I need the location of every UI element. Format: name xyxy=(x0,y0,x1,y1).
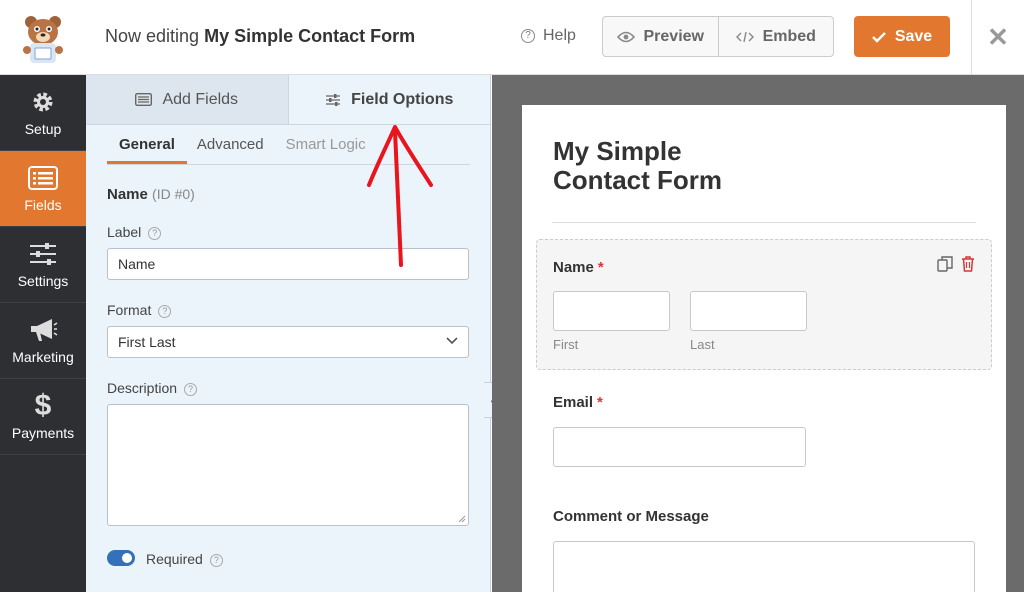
format-select-value: First Last xyxy=(118,334,176,350)
name-field-selected[interactable]: Name * First Last xyxy=(536,239,992,370)
help-icon[interactable]: ? xyxy=(148,227,162,240)
sidebar-item-label: Settings xyxy=(17,272,69,289)
close-icon: ✕ xyxy=(987,22,1009,52)
resize-handle-icon[interactable] xyxy=(458,515,466,523)
email-label-text: Email xyxy=(553,394,594,411)
save-label: Save xyxy=(894,27,933,45)
label-option-label: Label? xyxy=(107,224,162,240)
sidebar-item-fields[interactable]: Fields xyxy=(0,151,86,227)
help-icon[interactable]: ? xyxy=(158,305,172,318)
eye-icon xyxy=(616,31,635,42)
format-select[interactable]: First Last xyxy=(107,326,469,358)
description-textarea[interactable] xyxy=(107,404,469,526)
fields-icon xyxy=(28,165,58,191)
required-mark: * xyxy=(597,394,603,411)
bear-mascot-icon xyxy=(23,15,63,63)
trash-icon[interactable] xyxy=(961,256,975,272)
label-input-value: Name xyxy=(118,256,156,272)
duplicate-icon[interactable] xyxy=(937,256,953,272)
title-prefix: Now editing xyxy=(105,26,200,46)
sidebar-item-label: Payments xyxy=(11,424,75,441)
help-icon[interactable]: ? xyxy=(209,554,223,567)
comment-textarea[interactable] xyxy=(553,541,975,592)
form-name: My Simple Contact Form xyxy=(204,26,416,46)
last-sublabel: Last xyxy=(690,337,715,352)
required-option-label: Required? xyxy=(146,551,223,567)
wpforms-logo xyxy=(0,0,86,75)
tab-label: Field Options xyxy=(351,90,454,108)
sidebar-item-setup[interactable]: Setup xyxy=(0,75,86,151)
field-id: (ID #0) xyxy=(152,186,195,202)
list-icon xyxy=(135,93,153,106)
subtab-general[interactable]: General xyxy=(107,125,187,164)
comment-field-label: Comment or Message xyxy=(553,508,709,525)
megaphone-icon xyxy=(28,317,58,343)
field-options-panel: Add Fields Field Options General Advance… xyxy=(86,75,491,592)
embed-label: Embed xyxy=(762,27,816,45)
field-actions xyxy=(937,256,975,272)
top-bar: Now editing My Simple Contact Form ? Hel… xyxy=(0,0,1024,75)
help-button[interactable]: ? Help xyxy=(521,27,576,45)
dollar-icon: $ xyxy=(34,388,52,422)
format-option-label: Format? xyxy=(107,302,172,318)
sidebar-item-label: Marketing xyxy=(12,348,74,365)
tab-add-fields[interactable]: Add Fields xyxy=(86,75,288,124)
email-input[interactable] xyxy=(553,427,806,467)
preview-label: Preview xyxy=(643,27,704,45)
preview-button[interactable]: Preview xyxy=(603,17,718,56)
required-toggle[interactable] xyxy=(107,550,135,566)
first-name-input[interactable] xyxy=(553,291,670,331)
gear-icon xyxy=(30,89,56,115)
field-heading: Name (ID #0) xyxy=(107,186,195,203)
builder-sidebar: Setup Fields Settings Marketing $ Paymen… xyxy=(0,75,86,592)
sidebar-item-label: Setup xyxy=(24,120,62,137)
sliders-icon xyxy=(326,93,341,106)
email-field-label: Email * xyxy=(553,394,603,411)
tab-label: Add Fields xyxy=(162,90,239,108)
checkmark-icon xyxy=(871,31,886,43)
annotation-arrow xyxy=(367,125,433,267)
form-title-line: Contact Form xyxy=(553,165,722,195)
description-option-label: Description? xyxy=(107,380,198,396)
subtab-advanced[interactable]: Advanced xyxy=(187,125,274,164)
help-icon: ? xyxy=(521,29,535,43)
close-button[interactable]: ✕ xyxy=(971,0,1024,75)
format-text: Format xyxy=(107,302,152,318)
form-title-line: My Simple xyxy=(553,136,682,166)
name-field-label: Name * xyxy=(553,259,604,276)
embed-button[interactable]: Embed xyxy=(717,17,834,56)
form-title: My Simple Contact Form xyxy=(553,137,773,195)
chevron-down-icon xyxy=(446,337,458,345)
form-preview: My Simple Contact Form Name * First Last … xyxy=(522,105,1006,592)
sidebar-item-payments[interactable]: $ Payments xyxy=(0,379,86,455)
description-text: Description xyxy=(107,380,178,396)
page-title: Now editing My Simple Contact Form xyxy=(105,26,415,47)
last-name-input[interactable] xyxy=(690,291,807,331)
sliders-icon xyxy=(29,241,57,267)
required-mark: * xyxy=(597,259,604,276)
form-preview-area: My Simple Contact Form Name * First Last … xyxy=(492,75,1024,592)
first-sublabel: First xyxy=(553,337,579,352)
sidebar-item-marketing[interactable]: Marketing xyxy=(0,303,86,379)
preview-embed-group: Preview Embed xyxy=(602,16,834,57)
save-button[interactable]: Save xyxy=(854,16,950,57)
sidebar-item-settings[interactable]: Settings xyxy=(0,227,86,303)
field-name: Name xyxy=(107,186,148,203)
code-icon xyxy=(735,31,754,42)
sidebar-item-label: Fields xyxy=(24,196,62,213)
divider xyxy=(552,222,976,223)
help-label: Help xyxy=(543,27,576,44)
required-text: Required xyxy=(146,551,203,567)
label-text: Label xyxy=(107,224,142,240)
name-label-text: Name xyxy=(553,259,594,276)
help-icon[interactable]: ? xyxy=(184,383,198,396)
